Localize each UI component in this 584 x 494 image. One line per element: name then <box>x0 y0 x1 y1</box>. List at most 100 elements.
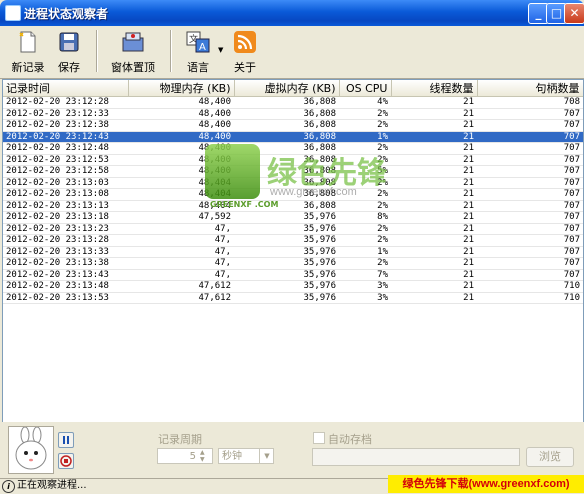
table-row[interactable]: 2012-02-20 23:13:23 47, 35,976 2% 21 707 <box>3 223 583 235</box>
cell-thread-count: 21 <box>391 119 477 132</box>
column-header-thread-count[interactable]: 线程数量 <box>391 80 478 97</box>
table-row[interactable]: 2012-02-20 23:13:48 47,612 35,976 3% 21 710 <box>3 280 583 293</box>
stop-button[interactable] <box>58 453 74 469</box>
table-row[interactable]: 2012-02-20 23:12:58 48,400 36,808 5% 21 707 <box>3 165 583 178</box>
cell-os-cpu: 1% <box>339 246 391 258</box>
column-header-handle-count[interactable]: 句柄数量 <box>477 80 583 97</box>
cell-handle-count: 707 <box>477 119 583 132</box>
column-header-os-cpu[interactable]: OS CPU <box>339 80 392 97</box>
stop-icon <box>60 455 72 467</box>
table-row[interactable]: 2012-02-20 23:12:33 48,400 36,808 2% 21 707 <box>3 108 583 120</box>
cell-record-time: 2012-02-20 23:12:43 <box>3 131 128 143</box>
table-row[interactable]: 2012-02-20 23:12:53 48,400 36,808 2% 21 707 <box>3 154 583 166</box>
archive-path-field[interactable] <box>312 448 520 466</box>
cell-physical-memory: 47, <box>128 257 234 270</box>
new-record-button[interactable]: 新记录 <box>8 30 48 74</box>
cell-handle-count: 707 <box>477 234 583 247</box>
cell-thread-count: 21 <box>391 131 477 143</box>
cell-os-cpu: 1% <box>339 131 391 143</box>
cell-record-time: 2012-02-20 23:12:38 <box>3 119 128 132</box>
cell-physical-memory: 48,400 <box>128 108 234 120</box>
cell-physical-memory: 48,400 <box>128 154 234 166</box>
process-record-list[interactable]: 记录时间 物理内存 (KB) 虚拟内存 (KB) OS CPU 线程数量 句柄数… <box>2 79 584 423</box>
cell-record-time: 2012-02-20 23:12:48 <box>3 142 128 155</box>
info-icon: i <box>2 480 15 493</box>
column-header-physical-memory[interactable]: 物理内存 (KB) <box>128 80 235 97</box>
cell-os-cpu: 7% <box>339 269 391 281</box>
cell-record-time: 2012-02-20 23:13:48 <box>3 280 128 293</box>
window-top-button[interactable]: 窗体置顶 <box>108 30 158 74</box>
close-button[interactable]: ✕ <box>564 3 584 24</box>
save-disk-icon <box>59 32 79 52</box>
table-row[interactable]: 2012-02-20 23:13:03 48,404 36,808 2% 21 707 <box>3 177 583 189</box>
chevron-down-icon[interactable]: ▼ <box>259 448 274 464</box>
cell-virtual-memory: 36,808 <box>234 142 339 155</box>
cell-thread-count: 21 <box>391 223 477 235</box>
cell-os-cpu: 3% <box>339 292 391 304</box>
table-row[interactable]: 2012-02-20 23:12:48 48,400 36,808 2% 21 707 <box>3 142 583 155</box>
column-header-virtual-memory[interactable]: 虚拟内存 (KB) <box>234 80 340 97</box>
cell-record-time: 2012-02-20 23:12:58 <box>3 165 128 178</box>
cell-handle-count: 707 <box>477 142 583 155</box>
language-button[interactable]: 文 A 语言 <box>180 30 216 74</box>
about-button[interactable]: 关于 <box>230 30 260 74</box>
cell-handle-count: 707 <box>477 211 583 224</box>
table-row[interactable]: 2012-02-20 23:13:13 48,404 36,808 2% 21 707 <box>3 200 583 212</box>
cell-thread-count: 21 <box>391 280 477 293</box>
rss-icon <box>234 31 256 53</box>
table-row[interactable]: 2012-02-20 23:13:18 47,592 35,976 8% 21 707 <box>3 211 583 224</box>
cell-virtual-memory: 36,808 <box>234 188 339 201</box>
spinner-arrows-icon[interactable]: ▲ ▼ <box>200 449 205 463</box>
app-icon <box>5 5 21 21</box>
cell-record-time: 2012-02-20 23:13:53 <box>3 292 128 304</box>
cell-thread-count: 21 <box>391 142 477 155</box>
cell-os-cpu: 2% <box>339 200 391 212</box>
table-row[interactable]: 2012-02-20 23:12:28 48,400 36,808 4% 21 708 <box>3 96 583 109</box>
cell-thread-count: 21 <box>391 246 477 258</box>
table-row[interactable]: 2012-02-20 23:13:43 47, 35,976 7% 21 707 <box>3 269 583 281</box>
table-row[interactable]: 2012-02-20 23:13:53 47,612 35,976 3% 21 710 <box>3 292 583 304</box>
browse-button[interactable]: 浏览 <box>526 447 574 467</box>
table-row[interactable]: 2012-02-20 23:13:33 47, 35,976 1% 21 707 <box>3 246 583 258</box>
column-header-record-time[interactable]: 记录时间 <box>3 80 129 97</box>
cell-virtual-memory: 35,976 <box>234 269 339 281</box>
cell-os-cpu: 4% <box>339 96 391 109</box>
cell-physical-memory: 48,400 <box>128 142 234 155</box>
cell-handle-count: 707 <box>477 223 583 235</box>
cell-record-time: 2012-02-20 23:13:08 <box>3 188 128 201</box>
cell-virtual-memory: 35,976 <box>234 223 339 235</box>
table-row[interactable]: 2012-02-20 23:13:28 47, 35,976 2% 21 707 <box>3 234 583 247</box>
cell-thread-count: 21 <box>391 234 477 247</box>
cell-virtual-memory: 35,976 <box>234 292 339 304</box>
cell-handle-count: 710 <box>477 280 583 293</box>
table-row[interactable]: 2012-02-20 23:13:38 47, 35,976 2% 21 707 <box>3 257 583 270</box>
cell-virtual-memory: 36,808 <box>234 108 339 120</box>
table-row[interactable]: 2012-02-20 23:13:08 48,404 36,808 2% 21 707 <box>3 188 583 201</box>
rabbit-mascot-icon <box>15 426 47 470</box>
cell-physical-memory: 48,400 <box>128 96 234 109</box>
cell-thread-count: 21 <box>391 165 477 178</box>
cell-physical-memory: 48,400 <box>128 119 234 132</box>
cell-record-time: 2012-02-20 23:12:33 <box>3 108 128 120</box>
cell-thread-count: 21 <box>391 257 477 270</box>
status-text: 正在观察进程... <box>17 480 87 491</box>
save-button[interactable]: 保存 <box>54 30 84 74</box>
table-row[interactable]: 2012-02-20 23:12:38 48,400 36,808 2% 21 707 <box>3 119 583 132</box>
cell-os-cpu: 3% <box>339 280 391 293</box>
language-dropdown-arrow-icon[interactable]: ▼ <box>218 46 223 54</box>
cell-os-cpu: 2% <box>339 223 391 235</box>
table-row[interactable]: 2012-02-20 23:12:43 48,400 36,808 1% 21 707 <box>3 131 583 143</box>
auto-save-checkbox[interactable] <box>313 432 325 444</box>
cell-physical-memory: 47, <box>128 269 234 281</box>
table-header: 记录时间 物理内存 (KB) 虚拟内存 (KB) OS CPU 线程数量 句柄数… <box>3 80 583 97</box>
auto-save-label: 自动存档 <box>328 433 372 446</box>
cell-record-time: 2012-02-20 23:13:38 <box>3 257 128 270</box>
cell-physical-memory: 48,404 <box>128 188 234 201</box>
cell-virtual-memory: 36,808 <box>234 154 339 166</box>
cell-os-cpu: 8% <box>339 211 391 224</box>
cell-virtual-memory: 36,808 <box>234 119 339 132</box>
cell-thread-count: 21 <box>391 200 477 212</box>
cell-virtual-memory: 35,976 <box>234 280 339 293</box>
cell-handle-count: 707 <box>477 188 583 201</box>
pause-button[interactable] <box>58 432 74 448</box>
